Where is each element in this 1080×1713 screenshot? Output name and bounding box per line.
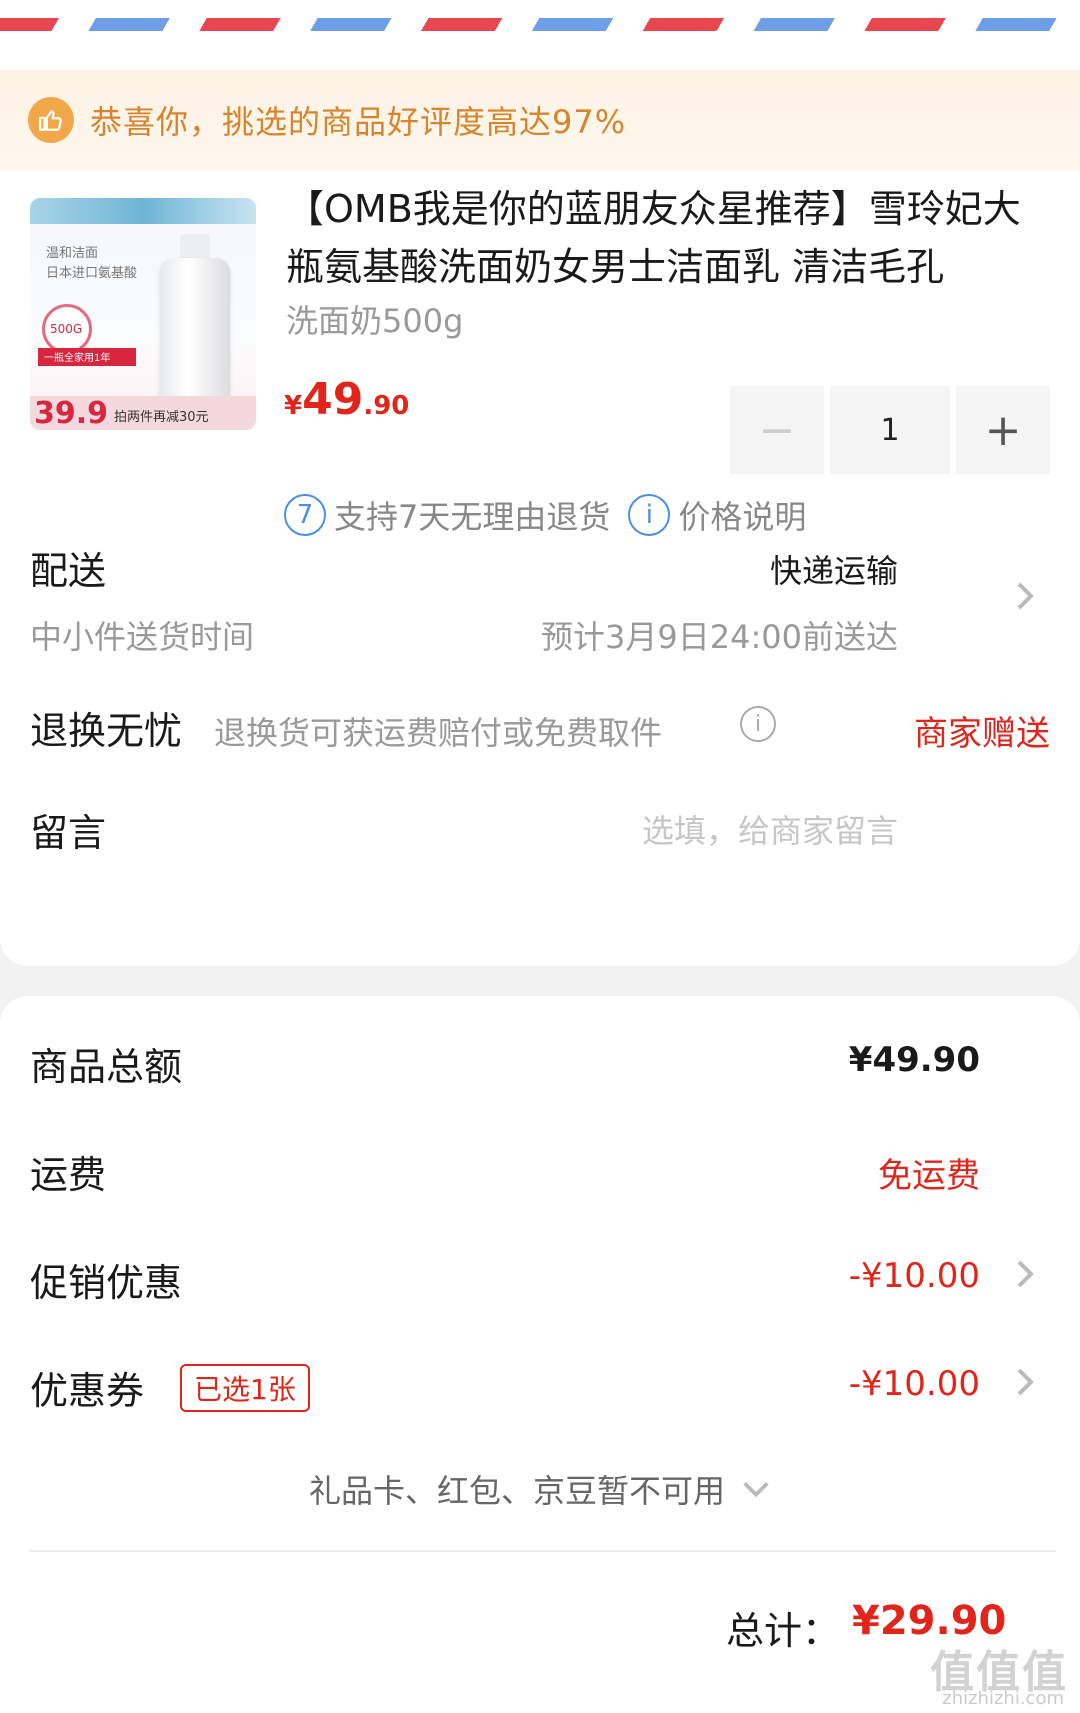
coupon-value[interactable]: -¥10.00: [849, 1364, 980, 1404]
delivery-eta: 预计3月9日24:00前送达: [541, 618, 898, 656]
delivery-sub-label: 中小件送货时间: [30, 618, 255, 656]
quantity-stepper: − 1 +: [730, 386, 1050, 474]
service-row: 7 支持7天无理由退货 i 价格说明: [284, 492, 806, 538]
shipping-label: 运费: [30, 1153, 107, 1197]
decrease-button[interactable]: −: [730, 386, 824, 474]
product-spec: 洗面奶500g: [286, 302, 464, 340]
delivery-label: 配送: [30, 549, 107, 593]
shipping-value: 免运费: [878, 1156, 980, 1196]
goods-total-label: 商品总额: [30, 1045, 183, 1089]
promo-value[interactable]: -¥10.00: [849, 1256, 980, 1296]
chevron-down-icon: [743, 1482, 769, 1498]
coupon-label: 优惠券: [30, 1369, 145, 1413]
watermark-site: zhizhizhi.com: [942, 1688, 1064, 1709]
delivery-method[interactable]: 快递运输: [770, 546, 898, 592]
delivery-chevron-right-icon[interactable]: [1010, 576, 1040, 616]
seven-day-return-icon: 7: [284, 494, 326, 536]
rating-banner: 恭喜你，挑选的商品好评度高达97%: [0, 70, 1080, 170]
returns-info-icon[interactable]: i: [740, 706, 776, 742]
quantity-value[interactable]: 1: [830, 386, 950, 474]
return-policy-text[interactable]: 支持7天无理由退货: [334, 492, 610, 538]
promo-label: 促销优惠: [30, 1261, 183, 1305]
product-price: ¥49.90: [284, 374, 410, 425]
product-image[interactable]: 温和洁面 日本进口氨基酸 500G 一瓶全家用1年 39.9 拍两件再减30元: [30, 198, 256, 430]
coupon-selected-badge: 已选1张: [180, 1364, 310, 1412]
rating-text: 恭喜你，挑选的商品好评度高达97%: [90, 103, 627, 141]
divider: [30, 1550, 1056, 1552]
unavailable-text: 礼品卡、红包、京豆暂不可用: [308, 1472, 725, 1510]
info-icon: i: [628, 494, 671, 536]
message-label: 留言: [30, 811, 107, 855]
message-input[interactable]: 选填，给商家留言: [642, 806, 898, 852]
order-confirm-page: 恭喜你，挑选的商品好评度高达97% 温和洁面 日本进口氨基酸 500G 一瓶全家…: [0, 0, 1080, 1713]
returns-label: 退换无忧: [30, 709, 183, 753]
total-label: 总计：: [726, 1609, 841, 1653]
order-card: 恭喜你，挑选的商品好评度高达97% 温和洁面 日本进口氨基酸 500G 一瓶全家…: [0, 56, 1080, 966]
returns-value: 商家赠送: [914, 714, 1050, 754]
increase-button[interactable]: +: [956, 386, 1050, 474]
coupon-chevron-right-icon[interactable]: [1010, 1362, 1040, 1402]
promo-chevron-right-icon[interactable]: [1010, 1254, 1040, 1294]
thumbs-up-icon: [28, 97, 74, 143]
price-note-link[interactable]: 价格说明: [678, 492, 806, 538]
goods-total-value: ¥49.90: [848, 1040, 980, 1080]
returns-desc: 退换货可获运费赔付或免费取件: [214, 714, 663, 752]
unavailable-toggle[interactable]: 礼品卡、红包、京豆暂不可用: [0, 1466, 1080, 1512]
product-title[interactable]: 【OMB我是你的蓝朋友众星推荐】雪玲妃大瓶氨基酸洗面奶女男士洁面乳 清洁毛孔: [286, 180, 1056, 296]
